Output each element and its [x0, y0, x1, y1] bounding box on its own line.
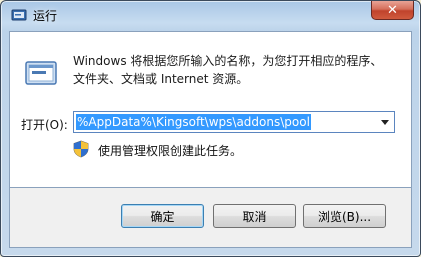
description: Windows 将根据您所输入的名称，为您打开相应的程序、 文件夹、文档或 In…	[73, 52, 403, 88]
ok-button[interactable]: 确定	[121, 204, 204, 228]
description-line-1: Windows 将根据您所输入的名称，为您打开相应的程序、	[73, 54, 383, 68]
run-icon	[25, 61, 57, 85]
dropdown-button[interactable]	[376, 113, 393, 131]
title-bar[interactable]: 运行 ✕	[1, 1, 420, 30]
uac-shield-icon	[73, 140, 89, 158]
command-input[interactable]: %AppData%\Kingsoft\wps\addons\pool	[76, 114, 311, 130]
browse-button[interactable]: 浏览(B)...	[303, 204, 386, 228]
window-title: 运行	[33, 9, 58, 23]
run-dialog: 运行 ✕ Windows 将根据您所输入的名称，为您打开相应的程序、 文件夹、文…	[0, 0, 421, 257]
command-combobox[interactable]: %AppData%\Kingsoft\wps\addons\pool	[73, 111, 395, 133]
open-label: 打开(O):	[21, 118, 68, 132]
description-line-2: 文件夹、文档或 Internet 资源。	[73, 72, 249, 86]
close-button[interactable]: ✕	[371, 1, 414, 20]
run-app-icon	[11, 9, 27, 21]
dialog-content: Windows 将根据您所输入的名称，为您打开相应的程序、 文件夹、文档或 In…	[9, 31, 412, 188]
cancel-button[interactable]: 取消	[213, 204, 296, 228]
button-bar: 确定 取消 浏览(B)...	[9, 188, 412, 248]
chevron-down-icon	[380, 119, 389, 125]
close-icon: ✕	[387, 2, 398, 18]
admin-privileges-note: 使用管理权限创建此任务。	[98, 144, 243, 158]
